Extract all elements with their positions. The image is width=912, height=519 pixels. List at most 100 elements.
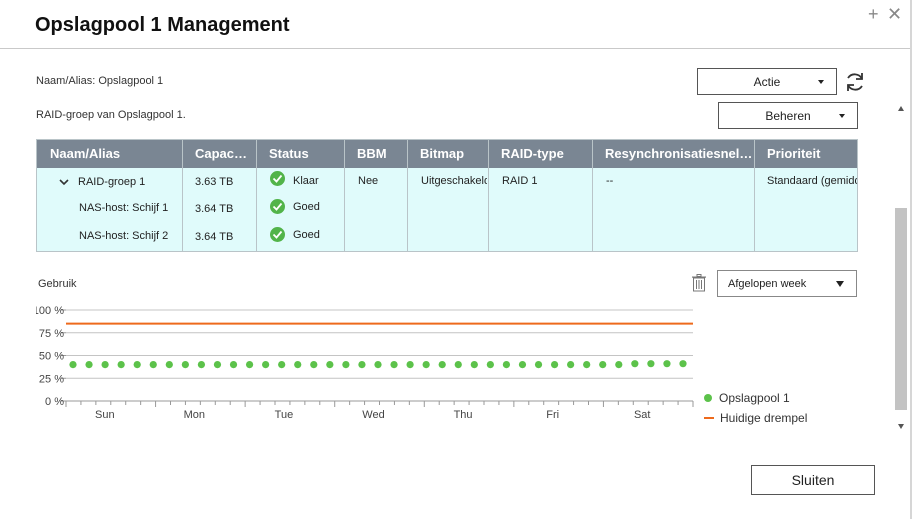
column-divider [407,140,408,251]
disk-2-name[interactable]: NAS-host: Schijf 2 [79,230,168,242]
table-header: Naam/Alias Capac… Status BBM Bitmap RAID… [37,140,857,168]
usage-point [85,361,93,369]
usage-point [165,361,173,369]
column-divider [256,140,257,251]
storage-pool-management-window: Opslagpool 1 Management + ✕ Naam/Alias: … [0,0,912,519]
refresh-icon[interactable] [843,70,867,94]
column-divider [754,140,755,251]
column-divider [344,140,345,251]
raid-group-bbm: Nee [358,175,379,187]
column-header-status[interactable]: Status [256,140,344,168]
usage-point [181,361,189,369]
pool-alias-label: Naam/Alias: Opslagpool 1 [36,75,164,87]
usage-point [358,361,366,369]
add-icon[interactable]: + [868,4,879,24]
raid-group-raid-type: RAID 1 [502,175,538,187]
usage-point [615,361,623,369]
raid-group-resync-speed: -- [606,175,614,187]
column-header-raid-type[interactable]: RAID-type [488,140,592,168]
usage-point [326,361,334,369]
raid-group-status: Klaar [293,175,319,187]
usage-label: Gebruik [38,278,77,290]
actie-dropdown[interactable]: Actie [697,68,837,95]
x-tick-label: Sun [95,409,115,421]
raid-group-name[interactable]: RAID-groep 1 [78,176,145,188]
x-tick-label: Wed [362,409,384,421]
disk-1-name[interactable]: NAS-host: Schijf 1 [79,202,168,214]
column-header-name[interactable]: Naam/Alias [37,140,182,168]
column-header-bitmap[interactable]: Bitmap [407,140,488,168]
usage-point [262,361,270,369]
usage-point [518,361,527,369]
column-header-resync-speed[interactable]: Resynchronisatiesnel… [592,140,754,168]
usage-point [133,361,141,369]
title-divider [0,48,910,49]
usage-point [310,361,318,369]
raid-group-priority: Standaard (gemiddeld) [767,175,857,187]
usage-point [229,361,238,369]
usage-point [486,361,494,369]
usage-point [679,360,687,368]
usage-point [567,361,575,369]
close-window-icon[interactable]: ✕ [887,4,902,24]
usage-point [550,361,559,369]
scrollbar-thumb[interactable] [895,208,907,410]
y-tick-label: 75 % [39,328,64,340]
period-select-value: Afgelopen week [728,277,807,290]
y-tick-label: 25 % [39,373,64,385]
legend-item-pool[interactable]: Opslagpool 1 [704,391,790,405]
usage-point [278,361,286,369]
disk-1-capacity: 3.64 TB [195,203,234,215]
disk-2-capacity: 3.64 TB [195,231,234,243]
beheren-dropdown[interactable]: Beheren [718,102,858,129]
column-divider [182,140,183,251]
column-header-bbm[interactable]: BBM [344,140,407,168]
x-tick-label: Sat [634,409,651,421]
legend-marker-dot [704,394,712,402]
usage-point [663,360,671,368]
vertical-scrollbar[interactable] [894,100,908,435]
usage-point [454,361,462,369]
usage-point [422,361,430,369]
disk-2-status: Goed [293,229,320,241]
trash-icon[interactable] [691,274,707,292]
beheren-dropdown-label: Beheren [765,108,811,123]
scroll-down-arrow-icon[interactable] [898,424,904,429]
chevron-down-icon[interactable] [59,177,69,187]
period-select[interactable]: Afgelopen week [717,270,857,297]
x-tick-label: Tue [275,409,294,421]
usage-point [534,361,543,369]
legend-item-threshold[interactable]: Huidige drempel [704,411,807,425]
column-header-priority[interactable]: Prioriteit [754,140,857,168]
y-tick-label: 50 % [39,351,64,363]
chevron-down-icon [818,80,824,84]
raid-group-table: Naam/Alias Capac… Status BBM Bitmap RAID… [36,139,858,252]
usage-point [438,361,446,369]
usage-point [583,361,591,369]
usage-point [69,361,77,369]
actie-dropdown-label: Actie [753,74,781,89]
usage-point [101,361,109,369]
usage-point [470,361,478,369]
chevron-down-icon [839,114,845,118]
usage-point [631,360,639,368]
usage-point [406,361,414,369]
column-divider [488,140,489,251]
column-header-capacity[interactable]: Capac… [182,140,256,168]
close-button[interactable]: Sluiten [751,465,875,495]
usage-point [374,361,382,369]
usage-point [117,361,125,369]
window-title: Opslagpool 1 Management [35,14,290,36]
raid-group-bitmap: Uitgeschakeld [421,175,487,187]
column-divider [592,140,593,251]
legend-label-pool: Opslagpool 1 [719,391,790,405]
usage-point [390,361,398,369]
disk-1-status: Goed [293,201,320,213]
y-tick-label: 0 % [45,396,64,408]
usage-point [647,360,655,368]
usage-chart: 0 % 25 % 50 % 75 % 100 % Sun Mon Tue Wed Thu Fri Sa… [36,305,694,421]
usage-point [342,361,350,369]
scroll-up-arrow-icon[interactable] [898,106,904,111]
usage-point [294,361,302,369]
y-tick-label: 100 % [36,305,64,317]
